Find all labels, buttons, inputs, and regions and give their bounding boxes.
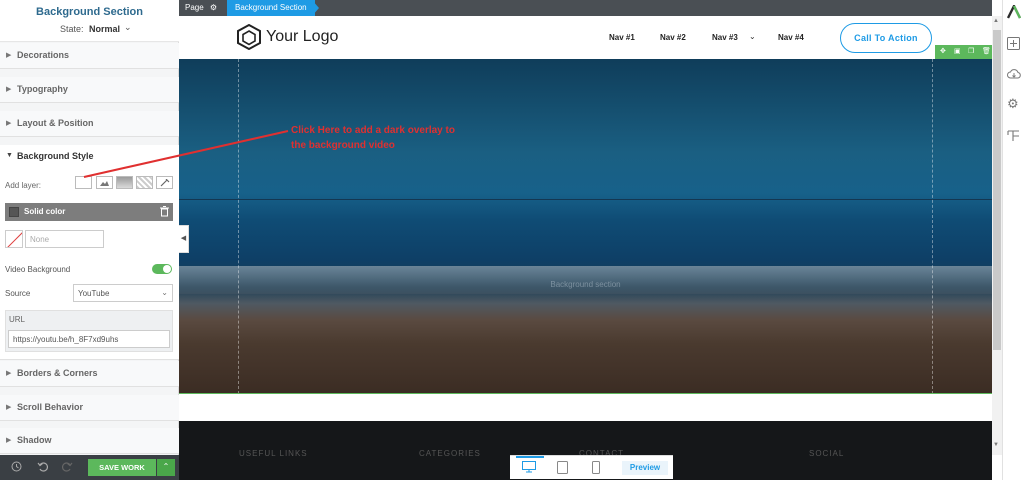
gear-icon[interactable]: ⚙ <box>1007 96 1019 112</box>
layers-icon[interactable] <box>1007 129 1020 142</box>
right-toolbar: ⚙ <box>1002 0 1024 480</box>
add-icon[interactable] <box>1007 37 1020 50</box>
desktop-icon[interactable] <box>522 461 536 473</box>
spacer-band <box>179 394 992 421</box>
footer-heading: USEFUL LINKS <box>239 449 308 458</box>
active-device-indicator <box>516 456 544 458</box>
annotation-text: Click Here to add a dark overlay to the … <box>291 123 491 153</box>
brand-logo-icon[interactable] <box>1007 5 1021 19</box>
scroll-up-arrow-icon[interactable]: ▲ <box>993 18 999 24</box>
mobile-icon[interactable] <box>592 461 600 474</box>
scroll-down-arrow-icon[interactable]: ▼ <box>993 442 999 448</box>
preview-button[interactable]: Preview <box>622 461 668 475</box>
footer-heading: SOCIAL <box>809 449 845 458</box>
scrollbar-thumb[interactable] <box>993 30 1001 350</box>
canvas-scrollbar[interactable]: ▲ ▼ <box>992 16 1002 455</box>
annotation-line-2: the background video <box>291 140 395 151</box>
annotation-line-1: Click Here to add a dark overlay to <box>291 125 455 136</box>
tablet-icon[interactable] <box>557 461 568 474</box>
cloud-icon[interactable] <box>1007 68 1021 79</box>
device-switcher: Preview <box>510 455 673 479</box>
footer-heading: CATEGORIES <box>419 449 481 458</box>
